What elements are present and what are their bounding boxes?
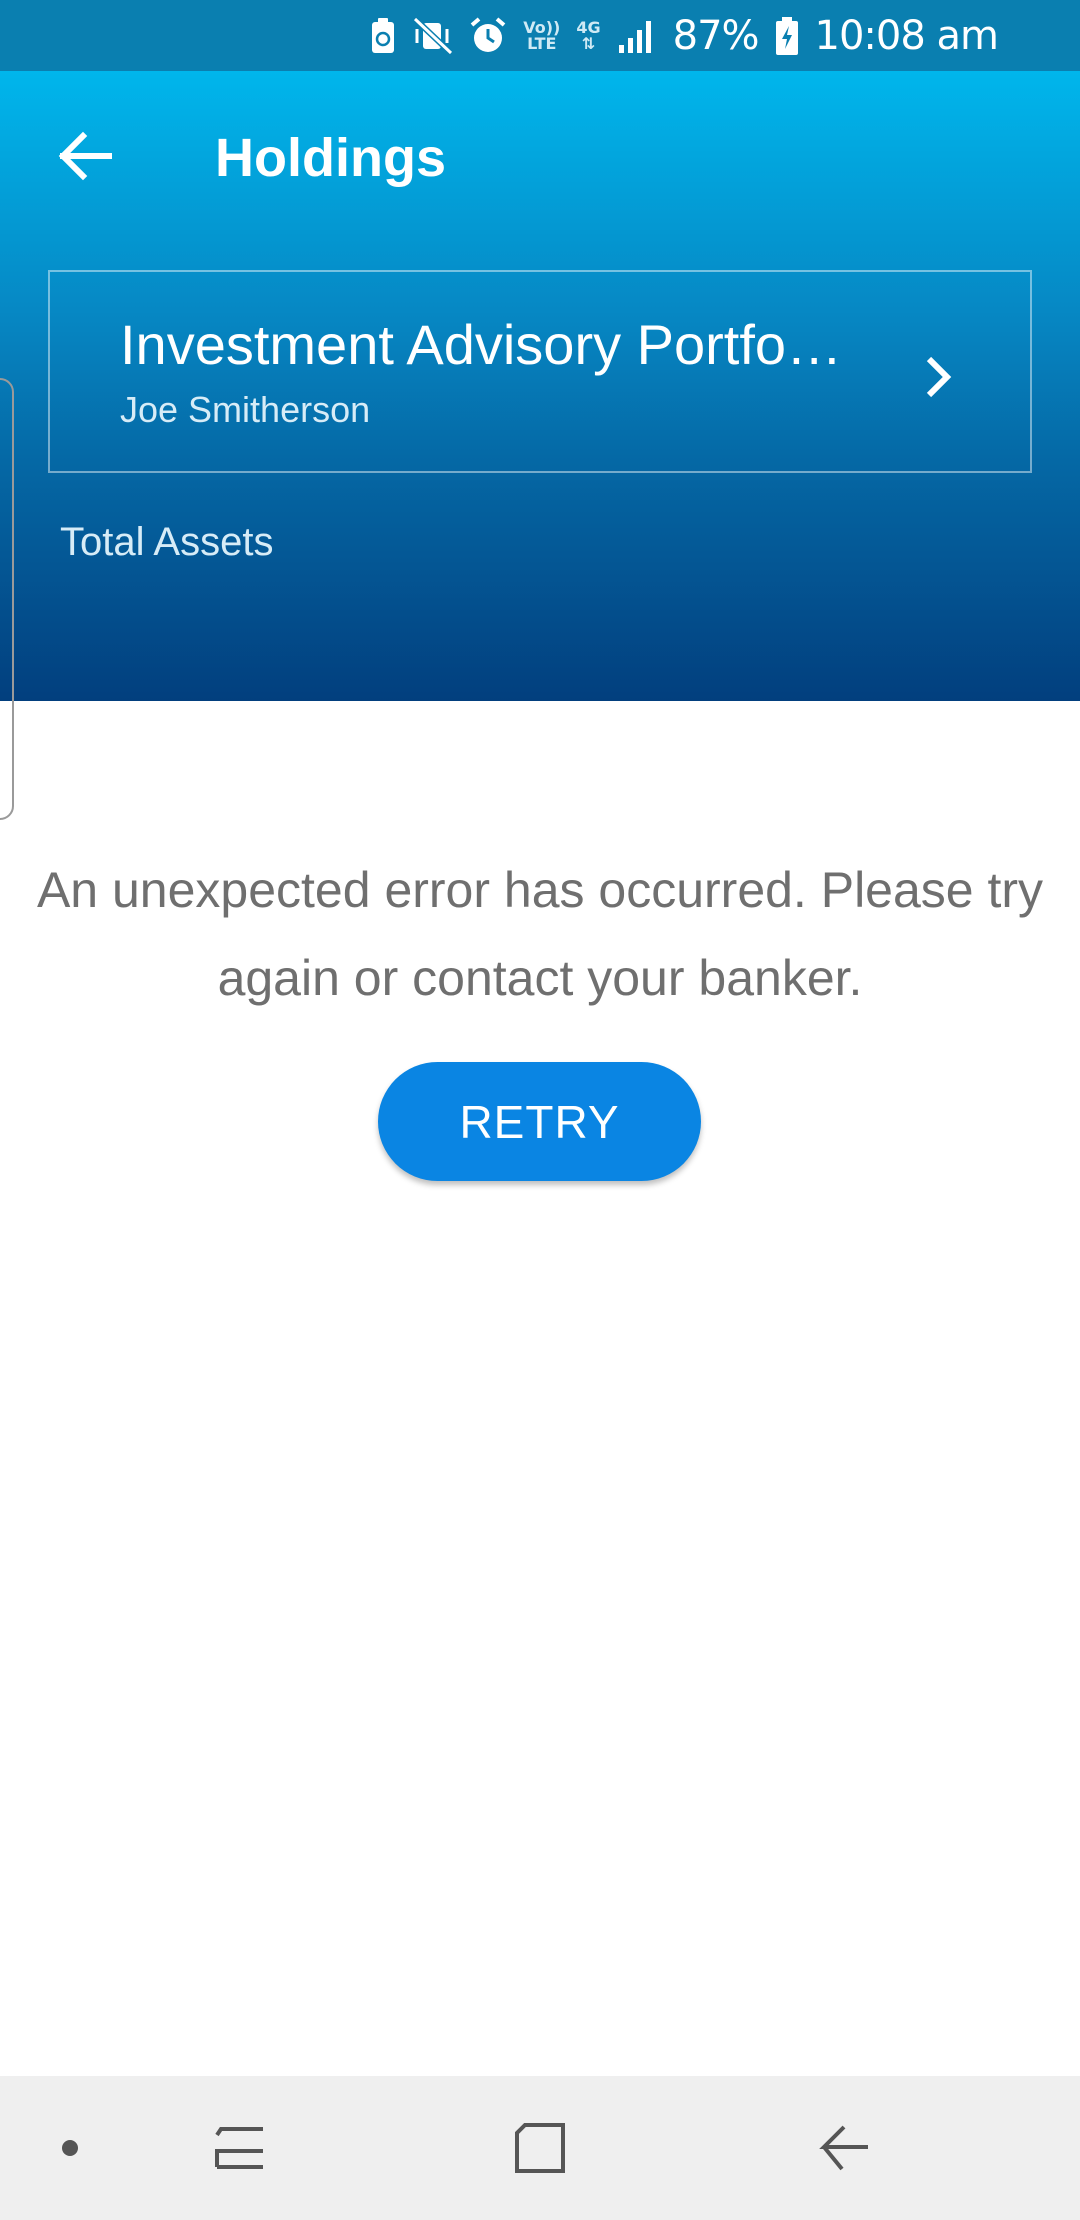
battery-saver-icon	[369, 17, 397, 55]
total-assets-label: Total Assets	[60, 520, 274, 564]
status-bar: Vo)) LTE 4G ⇅ 87% 10:08 am	[0, 0, 1080, 71]
battery-percent: 87%	[672, 12, 760, 59]
alarm-icon	[469, 16, 507, 55]
portfolio-selector[interactable]: Investment Advisory Portfo… Joe Smithers…	[48, 270, 1032, 473]
portfolio-name: Investment Advisory Portfo…	[120, 313, 843, 376]
retry-button[interactable]: RETRY	[378, 1062, 701, 1181]
status-icons: Vo)) LTE 4G ⇅ 87% 10:08 am	[369, 0, 999, 71]
error-message: An unexpected error has occurred. Please…	[36, 862, 1044, 1006]
mute-vibrate-icon	[413, 16, 454, 55]
volte-icon: Vo)) LTE	[523, 17, 561, 53]
signal-icon	[617, 17, 657, 55]
recent-apps-icon[interactable]	[190, 2076, 290, 2220]
back-icon[interactable]	[795, 2076, 895, 2220]
holdings-header: Holdings Investment Advisory Portfo… Joe…	[0, 71, 1080, 701]
data-arrows-icon: 4G ⇅	[576, 17, 601, 53]
home-icon[interactable]	[490, 2076, 590, 2220]
portfolio-owner: Joe Smitherson	[120, 389, 371, 430]
edge-panel-handle[interactable]	[0, 378, 14, 820]
chevron-right-icon	[918, 352, 958, 402]
navigation-bar	[0, 2076, 1080, 2220]
battery-charging-icon	[775, 16, 799, 56]
page-title: Holdings	[215, 128, 446, 188]
dot-icon[interactable]	[30, 2076, 110, 2220]
status-time: 10:08 am	[814, 12, 999, 59]
back-arrow-icon[interactable]	[50, 121, 120, 191]
